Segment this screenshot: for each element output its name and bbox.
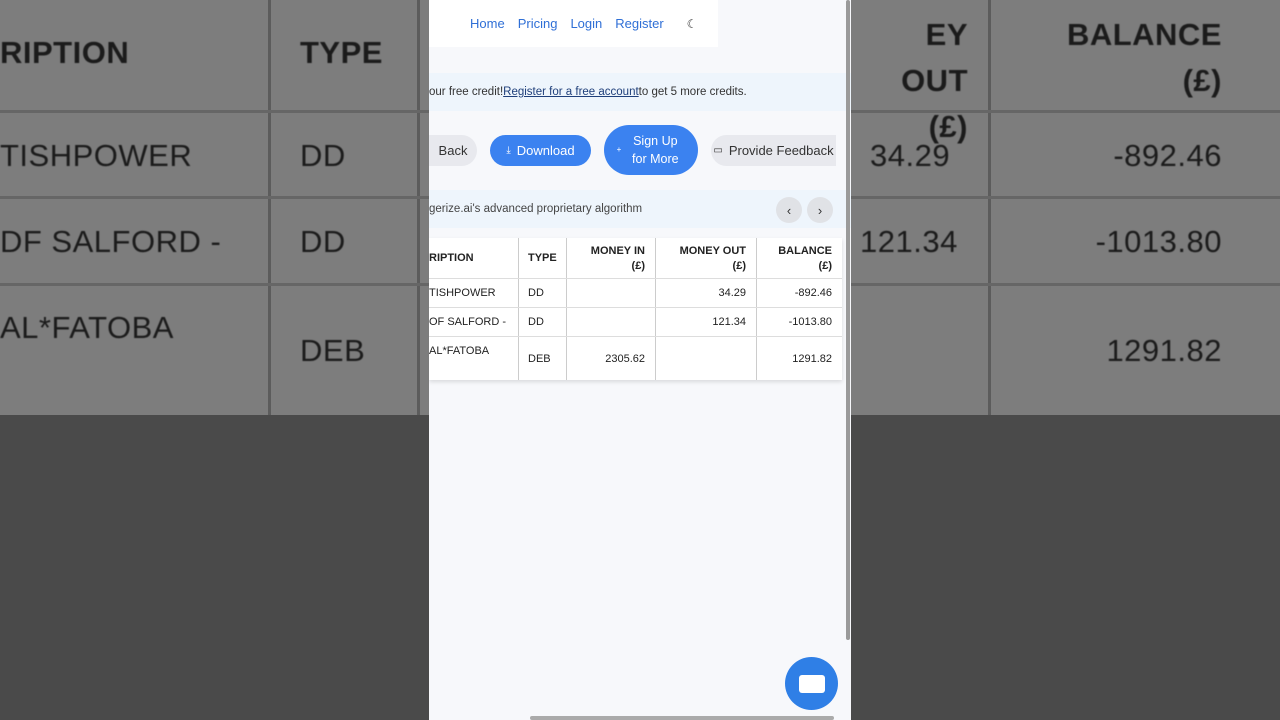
back-label: Back <box>438 143 468 158</box>
bg-row-description: TISHPOWER <box>0 138 193 173</box>
credit-suffix: to get 5 more credits. <box>638 86 747 98</box>
back-button[interactable]: Back <box>429 135 477 166</box>
cell-money-out: 121.34 <box>712 316 746 328</box>
column-divider <box>566 308 567 336</box>
bg-row-money-out: 121.34 <box>860 224 958 259</box>
bg-divider <box>988 0 991 415</box>
nav-register[interactable]: Register <box>615 16 663 31</box>
message-icon: ▭ <box>713 145 723 156</box>
credit-banner: our free credit! Register for a free acc… <box>429 73 851 111</box>
table-row: OF SALFORD - DD 121.34 -1013.80 <box>429 308 842 337</box>
header-money-in: MONEY IN (£) <box>590 245 645 272</box>
bg-header-money-out: EY OUT (£) <box>901 17 968 144</box>
chevron-left-icon[interactable]: ‹ <box>776 197 802 223</box>
column-divider <box>566 279 567 307</box>
bg-row-balance: -1013.80 <box>1095 224 1222 259</box>
download-button[interactable]: ⤓ Download <box>490 135 591 166</box>
horizontal-scrollbar[interactable] <box>530 716 834 720</box>
bg-row-description: AL*FATOBA <box>0 310 174 345</box>
credit-prefix: our free credit! <box>429 86 504 98</box>
bg-header-type: TYPE <box>300 35 383 70</box>
algorithm-text: gerize.ai's advanced proprietary algorit… <box>429 203 643 215</box>
download-icon: ⤓ <box>506 145 511 156</box>
vertical-scrollbar[interactable] <box>846 0 850 640</box>
feedback-label: Provide Feedback <box>728 143 834 158</box>
table-row: AL*FATOBA DEB 2305.62 1291.82 <box>429 337 842 380</box>
cell-money-out: 34.29 <box>718 287 746 299</box>
moon-icon[interactable]: ☾ <box>687 17 698 31</box>
bg-header-balance: BALANCE (£) <box>1066 17 1222 98</box>
bg-divider <box>417 0 420 415</box>
cell-balance: -892.46 <box>794 287 832 299</box>
header-balance: BALANCE (£) <box>778 245 832 272</box>
bg-header-description: RIPTION <box>0 35 130 70</box>
table-row: TISHPOWER DD 34.29 -892.46 <box>429 279 842 308</box>
signup-button[interactable]: + Sign Up for More <box>604 125 698 175</box>
cell-balance: 1291.82 <box>792 353 832 365</box>
chat-icon <box>798 674 825 693</box>
cell-type: DD <box>528 316 544 328</box>
top-nav: Home Pricing Login Register ☾ <box>429 0 718 47</box>
cell-description: AL*FATOBA <box>429 345 490 357</box>
bg-row-type: DD <box>300 138 346 173</box>
cell-type: DD <box>528 287 544 299</box>
phone-viewport: Home Pricing Login Register ☾ our free c… <box>429 0 851 720</box>
signup-label: Sign Up for More <box>632 134 679 166</box>
header-money-out: MONEY OUT (£) <box>679 245 746 272</box>
bg-row-type: DD <box>300 224 346 259</box>
chat-button[interactable] <box>785 657 838 710</box>
register-link[interactable]: Register for a free account <box>503 86 639 98</box>
download-label: Download <box>516 143 575 158</box>
header-type: TYPE <box>528 252 557 264</box>
cell-money-in: 2305.62 <box>605 353 645 365</box>
bg-row-balance: -892.46 <box>1113 138 1222 173</box>
chevron-right-icon[interactable]: › <box>807 197 833 223</box>
bg-row-money-out: 34.29 <box>870 138 951 173</box>
header-description: RIPTION <box>429 252 474 264</box>
cell-type: DEB <box>528 353 551 365</box>
plus-icon: + <box>616 145 622 154</box>
bg-row-type: DEB <box>300 333 366 368</box>
cell-description: TISHPOWER <box>429 287 496 299</box>
nav-pricing[interactable]: Pricing <box>518 16 558 31</box>
cell-description: OF SALFORD - <box>429 316 507 328</box>
bg-row-balance: 1291.82 <box>1106 333 1222 368</box>
table-header: RIPTION TYPE MONEY IN (£) MONEY OUT (£) … <box>429 238 842 279</box>
cell-balance: -1013.80 <box>788 316 832 328</box>
bg-row-description: DF SALFORD - <box>0 224 222 259</box>
column-divider <box>655 337 656 380</box>
transactions-table: RIPTION TYPE MONEY IN (£) MONEY OUT (£) … <box>429 238 842 380</box>
bg-divider <box>268 0 271 415</box>
nav-home[interactable]: Home <box>470 16 505 31</box>
feedback-button[interactable]: ▭ Provide Feedback <box>711 135 836 166</box>
nav-login[interactable]: Login <box>570 16 602 31</box>
